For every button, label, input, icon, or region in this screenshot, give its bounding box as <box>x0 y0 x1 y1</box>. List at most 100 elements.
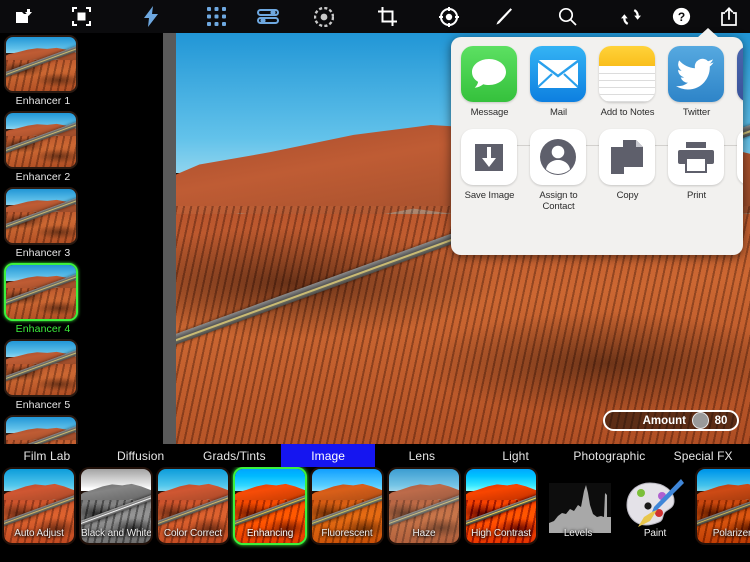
sidebar-scroll-gutter[interactable] <box>163 33 176 444</box>
filter-item[interactable]: Auto Adjust <box>2 467 78 545</box>
filter-filmstrip[interactable]: Auto Adjust Black and White Color Correc… <box>0 467 750 562</box>
filter-thumbnail[interactable]: Auto Adjust <box>2 467 76 545</box>
filter-thumbnail[interactable]: Polarizer <box>695 467 750 545</box>
preset-thumbnail-label: Enhancer 2 <box>15 171 71 183</box>
preset-thumbnail-grid: Enhancer 1 Enhancer 2 Enhancer 3 Enhance… <box>0 33 163 444</box>
preset-thumbnail-image[interactable] <box>4 111 78 169</box>
preset-thumbnail[interactable]: Enhancer 3 <box>4 187 82 259</box>
brush-icon[interactable] <box>476 0 529 33</box>
share-item-label: Add to Notes <box>600 107 655 118</box>
preset-thumbnail[interactable]: Enhancer 5 <box>4 339 82 411</box>
tab-special-fx[interactable]: Special FX <box>656 444 750 467</box>
preset-sidebar[interactable]: Enhancer 1 Enhancer 2 Enhancer 3 Enhance… <box>0 33 163 444</box>
preset-thumbnail-image[interactable] <box>4 187 78 245</box>
copy-pages-icon[interactable] <box>599 129 655 185</box>
filter-item[interactable]: High Contrast <box>464 467 540 545</box>
terrain-texture <box>6 135 76 167</box>
thumbnail-photo <box>6 37 76 91</box>
twitter-bird-icon[interactable] <box>668 46 724 102</box>
filter-label: Enhancing <box>246 528 294 539</box>
filter-item[interactable]: Haze <box>387 467 463 545</box>
tab-lens[interactable]: Lens <box>375 444 469 467</box>
share-item-label: Message <box>470 107 509 118</box>
download-tray-icon[interactable] <box>461 129 517 185</box>
preset-thumbnail[interactable]: Enhancer 2 <box>4 111 82 183</box>
preset-thumbnail[interactable]: Enhancer 6 <box>4 415 82 444</box>
auto-enhance-icon[interactable] <box>112 0 190 33</box>
terrain-texture <box>6 363 76 395</box>
crop-icon[interactable] <box>353 0 422 33</box>
printer-icon[interactable] <box>668 129 724 185</box>
preset-thumbnail-image[interactable] <box>4 339 78 397</box>
tab-photographic[interactable]: Photographic <box>563 444 657 467</box>
presets-grid-icon[interactable] <box>190 0 242 33</box>
share-item-label: Twitter <box>682 107 711 118</box>
refresh-icon[interactable] <box>606 0 655 33</box>
preset-thumbnail[interactable]: Enhancer 4 <box>4 263 82 335</box>
filter-thumbnail[interactable]: Enhancing <box>233 467 307 545</box>
share-item[interactable]: Assign to Contact <box>530 129 587 212</box>
share-item-label: Assign to Contact <box>539 190 578 212</box>
filter-label: Polarizer <box>712 528 750 539</box>
amount-slider[interactable]: Amount 80 <box>603 410 739 431</box>
preset-thumbnail-image[interactable] <box>4 415 78 444</box>
tab-image[interactable]: Image <box>281 444 375 467</box>
filter-item[interactable]: Enhancing <box>233 467 309 545</box>
share-item[interactable]: Mail <box>530 46 587 118</box>
filter-thumbnail[interactable]: High Contrast <box>464 467 538 545</box>
filter-thumbnail[interactable]: Fluorescent <box>310 467 384 545</box>
filter-thumbnail[interactable]: Paint <box>618 467 692 545</box>
share-item[interactable]: Print <box>668 129 725 212</box>
thumbnail-photo <box>6 417 76 444</box>
share-item[interactable]: Add to Notes <box>599 46 656 118</box>
thumbnail-photo <box>6 113 76 167</box>
amount-slider-knob[interactable] <box>692 412 709 429</box>
share-popover[interactable]: Message Mail Add to Notes Twitter Save Imag… <box>451 37 743 255</box>
more-icon[interactable] <box>737 129 743 185</box>
tab-diffusion[interactable]: Diffusion <box>94 444 188 467</box>
share-item[interactable]: Twitter <box>668 46 725 118</box>
preset-thumbnail[interactable]: Enhancer 1 <box>4 35 82 107</box>
effects-icon[interactable] <box>294 0 353 33</box>
filter-item[interactable]: Paint <box>618 467 694 545</box>
category-tab-bar: Film Lab Diffusion Grads/Tints Image Lens Lig… <box>0 444 750 467</box>
open-image-icon[interactable] <box>0 0 50 33</box>
share-item-label: Save Image <box>464 190 515 201</box>
filter-item[interactable]: Fluorescent <box>310 467 386 545</box>
filter-thumbnail[interactable]: Black and White <box>79 467 153 545</box>
target-icon[interactable] <box>422 0 476 33</box>
share-item[interactable] <box>737 46 743 118</box>
tab-light[interactable]: Light <box>469 444 563 467</box>
filter-thumbnail[interactable]: Haze <box>387 467 461 545</box>
share-item[interactable]: Copy <box>599 129 656 212</box>
filter-label: Color Correct <box>163 528 223 539</box>
search-icon[interactable] <box>529 0 606 33</box>
share-item[interactable]: Message <box>461 46 518 118</box>
filter-item[interactable]: Polarizer <box>695 467 750 545</box>
contact-avatar-icon[interactable] <box>530 129 586 185</box>
filter-thumbnail[interactable]: Color Correct <box>156 467 230 545</box>
share-item[interactable]: Save Image <box>461 129 518 212</box>
preset-thumbnail-image[interactable] <box>4 263 78 321</box>
filter-item[interactable]: Black and White <box>79 467 155 545</box>
filter-item[interactable]: Color Correct <box>156 467 232 545</box>
notes-icon[interactable] <box>599 46 655 102</box>
tab-grads-tints[interactable]: Grads/Tints <box>188 444 282 467</box>
tab-film-lab[interactable]: Film Lab <box>0 444 94 467</box>
fit-to-screen-icon[interactable] <box>50 0 112 33</box>
filter-label: Paint <box>643 528 667 539</box>
adjust-sliders-icon[interactable] <box>242 0 294 33</box>
filter-item[interactable]: Levels <box>541 467 617 545</box>
message-bubble-icon[interactable] <box>461 46 517 102</box>
filter-label: Haze <box>412 528 436 539</box>
preset-thumbnail-label: Enhancer 3 <box>15 247 71 259</box>
filter-thumbnail[interactable]: Levels <box>541 467 615 545</box>
preset-thumbnail-image[interactable] <box>4 35 78 93</box>
share-item[interactable] <box>737 129 743 212</box>
share-row-apps: Message Mail Add to Notes Twitter <box>451 37 743 118</box>
thumbnail-photo <box>6 341 76 395</box>
share-popover-arrow <box>697 28 719 38</box>
envelope-icon[interactable] <box>530 46 586 102</box>
facebook-icon[interactable] <box>737 46 743 102</box>
share-item-label: Mail <box>549 107 568 118</box>
